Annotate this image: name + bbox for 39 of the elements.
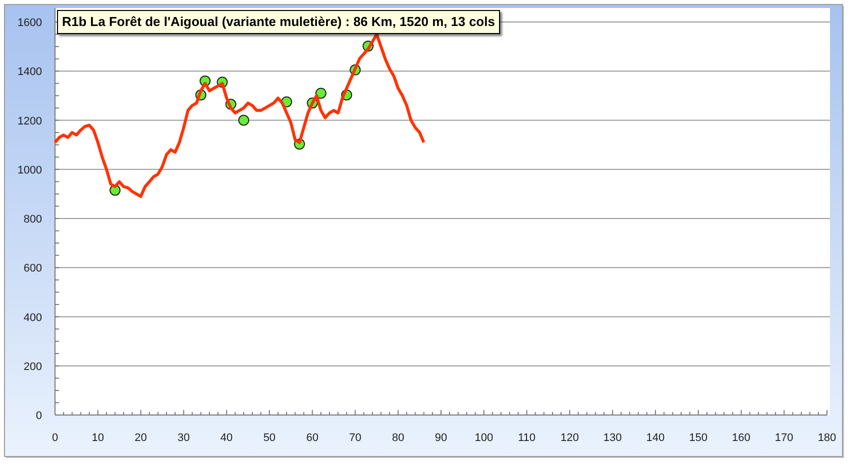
chart-title: R1b La Forêt de l'Aigoual (variante muletière) : 86 Km, 1520 m, 13 cols xyxy=(57,10,500,34)
pass-marker xyxy=(315,88,326,99)
y-tick-label: 800 xyxy=(24,214,42,226)
pass-marker xyxy=(350,64,361,76)
y-tick-label: 1200 xyxy=(18,115,42,128)
y-tick-label: 1600 xyxy=(18,17,42,29)
y-tick-label: 0 xyxy=(36,410,42,422)
pass-marker xyxy=(216,76,228,88)
pass-marker xyxy=(225,98,236,110)
x-tick-label: 40 xyxy=(220,432,233,444)
x-tick-label: 80 xyxy=(392,432,404,444)
x-tick-label: 100 xyxy=(474,432,494,444)
x-tick-label: 120 xyxy=(560,432,579,444)
x-tick-label: 20 xyxy=(134,432,147,444)
pass-marker xyxy=(281,96,292,108)
y-tick-label: 600 xyxy=(24,262,42,275)
x-tick-label: 30 xyxy=(178,432,190,444)
y-tick-label: 1000 xyxy=(18,164,42,176)
x-tick-label: 140 xyxy=(646,432,665,444)
y-tick-label: 400 xyxy=(24,312,42,324)
x-tick-label: 10 xyxy=(92,432,104,444)
x-tick-label: 180 xyxy=(818,432,836,444)
y-tick-label: 1400 xyxy=(18,66,42,78)
y-tick-label: 200 xyxy=(24,360,42,373)
pass-marker xyxy=(238,114,250,126)
x-tick-label: 150 xyxy=(689,432,708,444)
x-tick-label: 90 xyxy=(434,432,448,444)
x-tick-label: 160 xyxy=(732,432,750,444)
x-tick-label: 130 xyxy=(603,432,622,444)
x-tick-label: 60 xyxy=(306,432,318,444)
pass-marker xyxy=(362,40,374,52)
pass-marker xyxy=(195,89,206,100)
pass-marker xyxy=(341,89,352,100)
x-tick-label: 110 xyxy=(518,432,536,444)
x-tick-label: 170 xyxy=(774,432,794,444)
pass-marker xyxy=(294,138,305,150)
x-tick-label: 50 xyxy=(263,432,276,444)
x-tick-label: 0 xyxy=(52,432,58,444)
x-tick-label: 70 xyxy=(349,432,362,444)
